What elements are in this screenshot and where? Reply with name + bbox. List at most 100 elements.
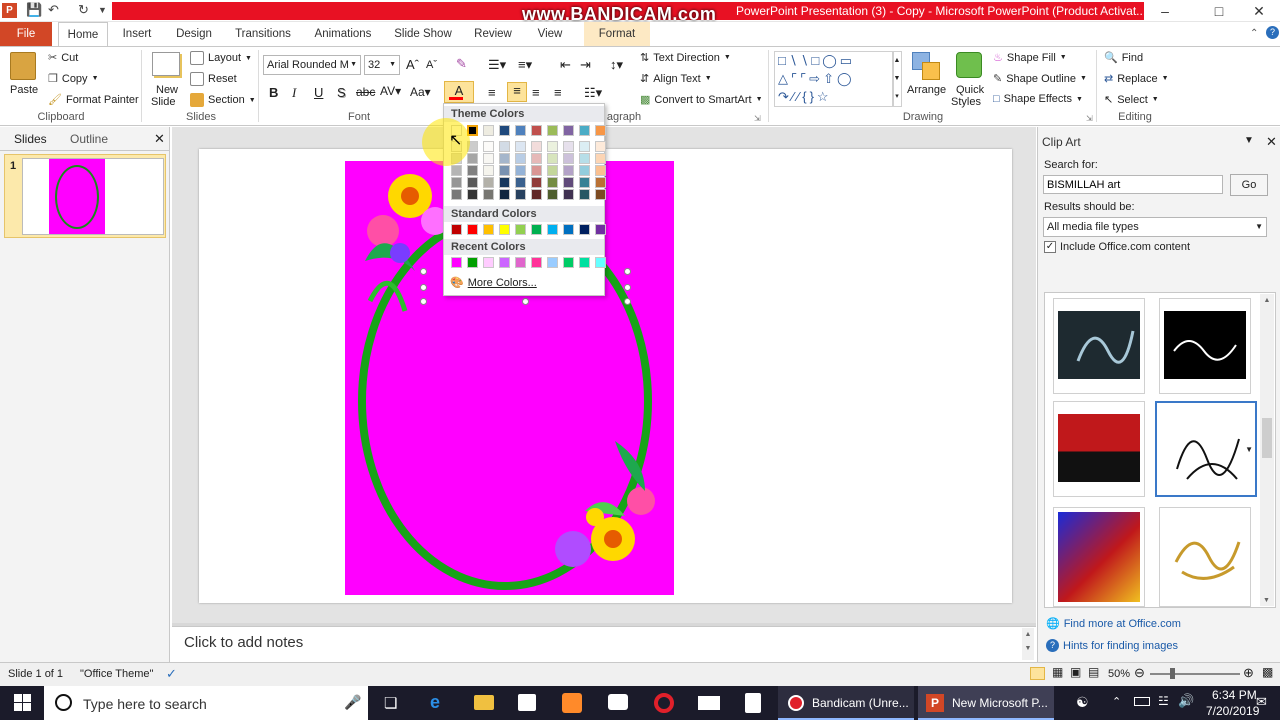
- recent-color-swatch[interactable]: [467, 257, 478, 268]
- file-explorer-icon[interactable]: [474, 695, 494, 710]
- recent-color-swatch[interactable]: [563, 257, 574, 268]
- shadow-button[interactable]: S: [337, 85, 346, 100]
- theme-shade-swatch[interactable]: [595, 141, 606, 152]
- zoom-slider[interactable]: [1150, 668, 1240, 679]
- bold-button[interactable]: B: [269, 85, 278, 100]
- recent-color-swatch[interactable]: [515, 257, 526, 268]
- theme-shade-swatch[interactable]: [579, 177, 590, 188]
- paste-button[interactable]: Paste: [10, 84, 38, 96]
- camera-icon[interactable]: [608, 694, 628, 710]
- standard-color-swatch[interactable]: [595, 224, 606, 235]
- bullets-icon[interactable]: ☰▾: [488, 57, 506, 73]
- show-hidden-icons[interactable]: ⌃: [1112, 695, 1121, 708]
- battery-icon[interactable]: [1134, 697, 1150, 706]
- tab-insert[interactable]: Insert: [114, 22, 160, 46]
- theme-shade-swatch[interactable]: [451, 165, 462, 176]
- standard-color-swatch[interactable]: [547, 224, 558, 235]
- minimize-ribbon-icon[interactable]: ⌃: [1250, 28, 1258, 39]
- edge-icon[interactable]: e: [430, 692, 440, 713]
- theme-shade-swatch[interactable]: [467, 165, 478, 176]
- theme-shade-swatch[interactable]: [515, 153, 526, 164]
- spelling-check-icon[interactable]: ✓: [166, 666, 177, 682]
- cut-button[interactable]: ✂ Cut: [48, 51, 78, 65]
- zoom-level[interactable]: 50%: [1108, 668, 1130, 680]
- theme-shade-swatch[interactable]: [499, 177, 510, 188]
- theme-shade-swatch[interactable]: [531, 141, 542, 152]
- mail-icon[interactable]: [698, 696, 720, 710]
- slide-sorter-icon[interactable]: ▦: [1052, 665, 1063, 679]
- theme-shade-swatch[interactable]: [451, 189, 462, 200]
- recent-color-swatch[interactable]: [595, 257, 606, 268]
- theme-shade-swatch[interactable]: [531, 165, 542, 176]
- gallery-scrollbar[interactable]: ▲ ▼: [1260, 294, 1274, 606]
- theme-shade-swatch[interactable]: [467, 153, 478, 164]
- quick-styles-label-1[interactable]: Quick: [956, 84, 984, 96]
- theme-shade-swatch[interactable]: [515, 177, 526, 188]
- selection-handle[interactable]: [420, 268, 427, 275]
- columns-icon[interactable]: ☷▾: [584, 85, 602, 101]
- paragraph-dialog-launcher-icon[interactable]: ⇲: [754, 114, 761, 123]
- standard-color-swatch[interactable]: [451, 224, 462, 235]
- results-select[interactable]: All media file types ▼: [1043, 217, 1267, 237]
- task-view-icon[interactable]: ❏: [384, 694, 397, 712]
- theme-color-swatch[interactable]: [531, 125, 542, 136]
- theme-shade-swatch[interactable]: [547, 141, 558, 152]
- align-text-button[interactable]: ⇵ Align Text ▼: [640, 72, 712, 86]
- layout-button[interactable]: Layout ▼: [190, 51, 252, 65]
- drawing-dialog-launcher-icon[interactable]: ⇲: [1086, 114, 1093, 123]
- change-case-button[interactable]: Aa▾: [410, 85, 431, 99]
- tab-home[interactable]: Home: [58, 22, 108, 47]
- theme-shade-swatch[interactable]: [515, 189, 526, 200]
- find-button[interactable]: 🔍 Find: [1104, 51, 1143, 65]
- theme-shade-swatch[interactable]: [547, 165, 558, 176]
- numbering-icon[interactable]: ≡▾: [518, 57, 532, 73]
- fit-slide-icon[interactable]: ▩: [1262, 665, 1273, 679]
- notifications-icon[interactable]: ✉: [1256, 694, 1267, 710]
- theme-color-swatch[interactable]: [595, 125, 606, 136]
- theme-shade-swatch[interactable]: [515, 165, 526, 176]
- theme-shade-swatch[interactable]: [483, 165, 494, 176]
- help-icon[interactable]: ?: [1266, 26, 1279, 39]
- standard-color-swatch[interactable]: [563, 224, 574, 235]
- theme-shade-swatch[interactable]: [547, 153, 558, 164]
- theme-shade-swatch[interactable]: [531, 189, 542, 200]
- windows-start-icon[interactable]: [14, 694, 31, 711]
- clock-date[interactable]: 7/20/2019: [1206, 704, 1259, 718]
- select-button[interactable]: ↖ Select ▼: [1104, 93, 1159, 107]
- shrink-font-icon[interactable]: Aˇ: [426, 59, 437, 71]
- reading-view-icon[interactable]: ▣: [1070, 665, 1081, 679]
- recent-color-swatch[interactable]: [531, 257, 542, 268]
- notes-scrollbar[interactable]: ▲ ▼: [1022, 628, 1034, 660]
- network-icon[interactable]: ☳: [1158, 694, 1169, 708]
- pane-options-icon[interactable]: ▼: [1244, 135, 1254, 146]
- copy-button[interactable]: ❐ Copy ▼: [48, 72, 99, 86]
- clip-art-result[interactable]: [1053, 507, 1145, 607]
- decrease-indent-icon[interactable]: ⇤: [560, 57, 571, 73]
- theme-shade-swatch[interactable]: [595, 165, 606, 176]
- zoom-in-icon[interactable]: ⊕: [1243, 665, 1254, 681]
- increase-indent-icon[interactable]: ⇥: [580, 57, 591, 73]
- theme-shade-swatch[interactable]: [547, 177, 558, 188]
- theme-color-swatch[interactable]: [547, 125, 558, 136]
- reset-button[interactable]: Reset: [190, 72, 237, 86]
- theme-color-swatch[interactable]: [499, 125, 510, 136]
- normal-view-icon[interactable]: [1030, 667, 1045, 680]
- include-office-checkbox[interactable]: ✓ Include Office.com content: [1044, 241, 1190, 253]
- theme-shade-swatch[interactable]: [499, 153, 510, 164]
- align-center-icon[interactable]: ≡: [507, 82, 527, 102]
- theme-shade-swatch[interactable]: [563, 153, 574, 164]
- theme-shade-swatch[interactable]: [595, 177, 606, 188]
- theme-shade-swatch[interactable]: [483, 141, 494, 152]
- underline-button[interactable]: U: [314, 85, 323, 100]
- theme-shade-swatch[interactable]: [483, 153, 494, 164]
- notes-placeholder[interactable]: Click to add notes: [184, 634, 303, 651]
- theme-shade-swatch[interactable]: [499, 141, 510, 152]
- standard-color-swatch[interactable]: [483, 224, 494, 235]
- gallery-more-icon[interactable]: ▲ ▼ ▾: [892, 51, 902, 107]
- minimize-button[interactable]: –: [1142, 0, 1188, 22]
- selection-handle[interactable]: [522, 298, 529, 305]
- theme-shade-swatch[interactable]: [531, 153, 542, 164]
- recent-color-swatch[interactable]: [499, 257, 510, 268]
- new-slide-icon[interactable]: [152, 52, 180, 76]
- theme-shade-swatch[interactable]: [547, 189, 558, 200]
